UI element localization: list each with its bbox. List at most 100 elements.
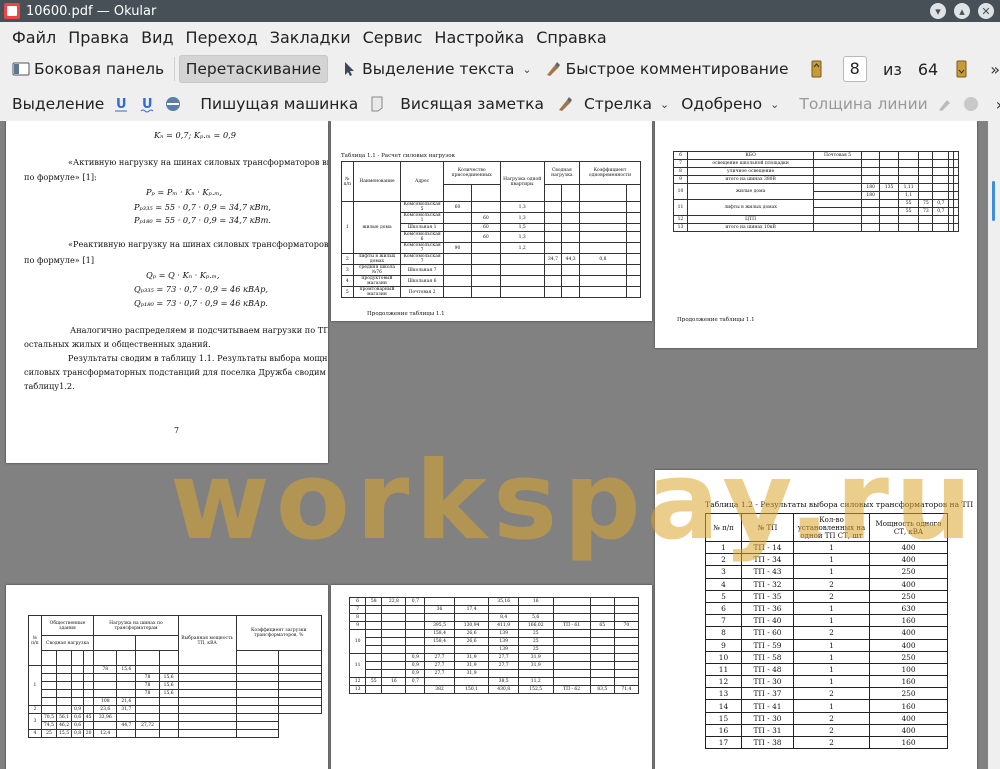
table-header: Мощность одного СТ, кВА <box>869 513 948 542</box>
text-select-button[interactable]: Выделение текста ⌄ <box>334 55 537 83</box>
opacity-button[interactable] <box>960 90 986 118</box>
sidebar-icon <box>12 60 30 78</box>
chevron-down-icon[interactable]: ⌄ <box>522 63 531 76</box>
close-icon[interactable]: ✕ <box>978 3 994 19</box>
table-cell: 250 <box>869 565 948 579</box>
table-row: 10 ТП - 58 1 250 <box>705 650 948 664</box>
text-line: Kₙ = 0,7; Kₚ.ₘ = 0,9 <box>154 130 236 140</box>
table-cell: продуктовый магазин <box>352 275 402 287</box>
table-cell: Школьная 7 <box>400 264 444 276</box>
note-icon <box>368 95 386 113</box>
table-row: 4 ТП - 32 2 400 <box>705 577 948 591</box>
table-header: Коэффициент загрузки трансформаторов, % <box>235 614 323 652</box>
chevron-down-icon[interactable]: ⌄ <box>660 98 669 111</box>
document-viewport[interactable]: Kₙ = 0,7; Kₚ.ₘ = 0,9 «Активную нагрузку … <box>0 121 988 769</box>
text-line: Qₚ₁₈₀ = 73 · 0,7 · 0,9 = 46 кВАр. <box>134 298 269 308</box>
text-line: Аналогично распределяем и подсчитываем н… <box>70 325 328 335</box>
strikeout-button[interactable] <box>162 90 188 118</box>
table-cell: ТП - 30 <box>741 711 794 725</box>
color-button[interactable] <box>934 90 960 118</box>
stamp-label: Одобрено <box>681 95 763 113</box>
line-width-button[interactable]: Толщина линии <box>793 90 933 118</box>
arrow-button[interactable]: Стрелка ⌄ <box>550 90 675 118</box>
stamp-button[interactable]: Одобрено ⌄ <box>675 90 785 118</box>
text-line: «Реактивную нагрузку на шинах силовых тр… <box>68 239 328 249</box>
table-cell: ТП - 43 <box>741 565 794 579</box>
table-cell: 160 <box>869 699 948 713</box>
typewriter-button[interactable]: Пишущая машинка <box>194 90 364 118</box>
table-cell: 1 <box>793 662 870 677</box>
table-cell: ТП - 14 <box>741 540 794 555</box>
window-title: 10600.pdf — Okular <box>26 3 157 19</box>
toolbar-overflow-button[interactable]: » <box>990 60 1000 79</box>
text-line: «Активную нагрузку на шинах силовых тран… <box>68 157 328 167</box>
cursor-icon <box>340 60 358 78</box>
table-cell: освещение школьной площадки <box>686 159 815 168</box>
arrow-brush-icon <box>556 95 574 113</box>
table-cell: ТП - 58 <box>741 650 794 664</box>
summary-table: № п/п Общественные здания Нагрузка на ши… <box>28 614 323 738</box>
vertical-scrollbar[interactable] <box>988 121 1000 769</box>
text-line: Qₚ = Q · Kₙ · Kₚ.ₘ, <box>146 270 220 280</box>
previous-page-button[interactable] <box>801 55 835 83</box>
menu-settings[interactable]: Настройка <box>428 28 530 47</box>
menu-edit[interactable]: Правка <box>62 28 135 47</box>
table-header: № п/п <box>341 161 354 202</box>
chevron-down-icon[interactable]: ⌄ <box>770 98 779 111</box>
page-number-input[interactable]: 8 <box>842 56 867 82</box>
menu-go[interactable]: Переход <box>180 28 264 47</box>
table-cell: 400 <box>869 711 948 725</box>
table-continued-label: Продолжение таблицы 1.1 <box>367 311 445 317</box>
table-cell: ТП - 30 <box>741 675 794 689</box>
table-cell: 1 <box>793 699 870 713</box>
table-row: 2 ТП - 34 1 400 <box>705 553 948 567</box>
table-cell: 250 <box>869 589 948 603</box>
note-icon-button[interactable] <box>364 90 394 118</box>
menu-view[interactable]: Вид <box>135 28 179 47</box>
table-cell: Комсомольская 6 <box>400 231 444 243</box>
table-header: Выбранная мощность ТП, кВА <box>177 615 237 666</box>
table-cell: Почтовая 2 <box>400 286 444 298</box>
menu-bookmarks[interactable]: Закладки <box>264 28 357 47</box>
table-header: Коэффициент одновременности <box>578 160 642 186</box>
maximize-icon[interactable]: ▴ <box>954 3 970 19</box>
text-line: по формуле» [1]: <box>24 172 97 182</box>
table-cell: ТП - 38 <box>741 735 794 750</box>
page-12: 6 58 22,8 0,7 35,16 16 7 36 17,4 8 8,4 5,6 9 395,5… <box>331 585 652 769</box>
table-cell: 16 <box>705 723 742 738</box>
page-9: 6 КБО Почтовая 5 7 освещение школьной площа… <box>655 121 977 348</box>
minimize-icon[interactable]: ▾ <box>930 3 946 19</box>
quick-comment-button[interactable]: Быстрое комментирование <box>538 55 795 83</box>
table-cell: 3 <box>705 565 742 579</box>
toolbar-overflow-button[interactable]: » <box>996 95 1000 114</box>
next-page-button[interactable] <box>946 55 980 83</box>
highlight-button[interactable]: Выделение <box>6 90 110 118</box>
table-cell: жилые дома <box>352 201 402 254</box>
page-total: 64 <box>917 59 939 79</box>
table-cell: Почтовая 5 <box>813 151 863 160</box>
underline-icon: U <box>112 95 130 113</box>
table-cell: ТП - 31 <box>741 723 794 738</box>
menu-file[interactable]: Файл <box>6 28 62 47</box>
table-header: Количество присоединенных <box>442 160 501 186</box>
summary-table-continued: 6 58 22,8 0,7 35,16 16 7 36 17,4 8 8,4 5,6 9 395,5… <box>348 597 640 694</box>
popup-note-label: Висящая заметка <box>400 95 544 113</box>
sidebar-button[interactable]: Боковая панель <box>6 55 170 83</box>
color-brush-icon <box>936 95 954 113</box>
menu-help[interactable]: Справка <box>530 28 613 47</box>
drag-mode-button[interactable]: Перетаскивание <box>178 55 329 83</box>
table-cell: 1 <box>793 614 870 628</box>
menu-tools[interactable]: Сервис <box>357 28 429 47</box>
page-down-icon <box>952 60 970 78</box>
popup-note-button[interactable]: Висящая заметка <box>394 90 550 118</box>
underline-button[interactable]: U <box>110 90 136 118</box>
table-cell: ТП - 36 <box>741 601 794 616</box>
comment-brush-icon <box>544 60 562 78</box>
table-row: 8 ТП - 60 2 400 <box>705 626 948 640</box>
page-number: 7 <box>174 426 180 435</box>
sidebar-label: Боковая панель <box>34 60 165 78</box>
table-cell: 2 <box>793 711 870 725</box>
text-line: Pₚ₃₃₅ = 55 · 0,7 · 0,9 = 34,7 кВт, <box>134 202 271 212</box>
squiggle-button[interactable]: U <box>136 90 162 118</box>
scrollbar-thumb[interactable] <box>992 181 995 221</box>
